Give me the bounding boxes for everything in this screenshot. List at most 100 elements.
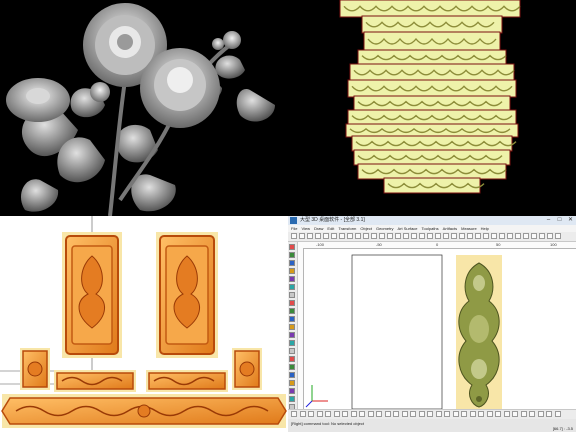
toolbar-button[interactable] xyxy=(451,233,457,239)
left-toolbar-button[interactable] xyxy=(289,316,295,322)
toolbar-button[interactable] xyxy=(299,233,305,239)
toolbar-button[interactable] xyxy=(507,233,513,239)
toolbar-button[interactable] xyxy=(291,233,297,239)
left-toolbar-button[interactable] xyxy=(289,380,295,386)
left-toolbar-button[interactable] xyxy=(289,324,295,330)
toolbar-button[interactable] xyxy=(331,233,337,239)
maximize-button[interactable]: □ xyxy=(554,216,565,225)
menu-art-surface[interactable]: Art Surface xyxy=(398,225,418,232)
bottom-toolbar-button[interactable] xyxy=(529,411,535,417)
toolbar-button[interactable] xyxy=(483,233,489,239)
toolbar-button[interactable] xyxy=(363,233,369,239)
menu-edit[interactable]: Edit xyxy=(327,225,334,232)
toolbar-button[interactable] xyxy=(419,233,425,239)
toolbar-button[interactable] xyxy=(499,233,505,239)
toolbar-button[interactable] xyxy=(539,233,545,239)
left-toolbar-button[interactable] xyxy=(289,276,295,282)
left-toolbar-button[interactable] xyxy=(289,252,295,258)
bottom-toolbar-button[interactable] xyxy=(291,411,297,417)
left-toolbar-button[interactable] xyxy=(289,396,295,402)
menu-help[interactable]: Help xyxy=(481,225,489,232)
toolbar-button[interactable] xyxy=(403,233,409,239)
toolbar-button[interactable] xyxy=(339,233,345,239)
toolbar-button[interactable] xyxy=(347,233,353,239)
toolbar-button[interactable] xyxy=(491,233,497,239)
bottom-toolbar-button[interactable] xyxy=(503,411,510,417)
bottom-toolbar-button[interactable] xyxy=(359,411,365,417)
left-toolbar-button[interactable] xyxy=(289,308,295,314)
bottom-toolbar-button[interactable] xyxy=(376,411,382,417)
toolbar-button[interactable] xyxy=(443,233,449,239)
toolbar-button[interactable] xyxy=(323,233,329,239)
left-toolbar-button[interactable] xyxy=(289,268,295,274)
toolbar-button[interactable] xyxy=(427,233,433,239)
toolbar-button[interactable] xyxy=(459,233,465,239)
drawing-canvas[interactable] xyxy=(304,249,576,411)
minimize-button[interactable]: – xyxy=(543,216,554,225)
toolbar-button[interactable] xyxy=(435,233,441,239)
bottom-toolbar-button[interactable] xyxy=(495,411,501,417)
toolbar-button[interactable] xyxy=(315,233,321,239)
bottom-toolbar-button[interactable] xyxy=(461,411,467,417)
bottom-toolbar-button[interactable] xyxy=(554,411,561,417)
bottom-toolbar-button[interactable] xyxy=(350,411,357,417)
left-toolbar-button[interactable] xyxy=(289,340,295,346)
toolbar-button[interactable] xyxy=(307,233,313,239)
bottom-toolbar-button[interactable] xyxy=(333,411,340,417)
left-toolbar-button[interactable] xyxy=(289,300,295,306)
toolbar-button[interactable] xyxy=(379,233,385,239)
toolbar-button[interactable] xyxy=(531,233,537,239)
menu-geometry[interactable]: Geometry xyxy=(376,225,394,232)
bottom-toolbar-button[interactable] xyxy=(537,411,544,417)
bottom-toolbar-button[interactable] xyxy=(410,411,416,417)
bottom-toolbar-button[interactable] xyxy=(452,411,459,417)
left-toolbar-button[interactable] xyxy=(289,284,295,290)
bottom-toolbar-button[interactable] xyxy=(444,411,450,417)
menu-toolpaths[interactable]: Toolpaths xyxy=(422,225,439,232)
toolbar-button[interactable] xyxy=(371,233,377,239)
left-toolbar-button[interactable] xyxy=(289,348,295,354)
bottom-toolbar-button[interactable] xyxy=(478,411,484,417)
bottom-toolbar-button[interactable] xyxy=(418,411,425,417)
bottom-toolbar-button[interactable] xyxy=(299,411,306,417)
toolbar-button[interactable] xyxy=(467,233,473,239)
left-toolbar-button[interactable] xyxy=(289,260,295,266)
toolbar-button[interactable] xyxy=(411,233,417,239)
toolbar-button[interactable] xyxy=(475,233,481,239)
bottom-toolbar-button[interactable] xyxy=(393,411,399,417)
bottom-toolbar-button[interactable] xyxy=(316,411,323,417)
bottom-toolbar-button[interactable] xyxy=(435,411,442,417)
menu-object[interactable]: Object xyxy=(360,225,372,232)
bottom-toolbar-button[interactable] xyxy=(546,411,552,417)
toolbar-button[interactable] xyxy=(547,233,553,239)
bottom-toolbar-button[interactable] xyxy=(520,411,527,417)
menu-file[interactable]: File xyxy=(291,225,297,232)
toolbar-button[interactable] xyxy=(355,233,361,239)
toolbar-button[interactable] xyxy=(555,233,561,239)
menu-artifacts[interactable]: Artifacts xyxy=(443,225,457,232)
bottom-toolbar-button[interactable] xyxy=(384,411,391,417)
bottom-toolbar-button[interactable] xyxy=(512,411,518,417)
left-toolbar-button[interactable] xyxy=(289,292,295,298)
menu-transform[interactable]: Transform xyxy=(338,225,356,232)
menu-measure[interactable]: Measure xyxy=(461,225,477,232)
bottom-toolbar-button[interactable] xyxy=(342,411,348,417)
bottom-toolbar-button[interactable] xyxy=(308,411,314,417)
menu-draw[interactable]: Draw xyxy=(314,225,323,232)
left-toolbar-button[interactable] xyxy=(289,332,295,338)
left-toolbar-button[interactable] xyxy=(289,372,295,378)
title-bar[interactable]: 大型 3D 桌面软件 - [全部 3.1] – □ ✕ xyxy=(288,216,576,225)
left-toolbar-button[interactable] xyxy=(289,388,295,394)
left-toolbar-button[interactable] xyxy=(289,364,295,370)
left-toolbar-button[interactable] xyxy=(289,244,295,250)
bottom-toolbar-button[interactable] xyxy=(367,411,374,417)
bottom-toolbar-button[interactable] xyxy=(325,411,331,417)
left-toolbar-button[interactable] xyxy=(289,356,295,362)
toolbar-button[interactable] xyxy=(515,233,521,239)
bottom-toolbar-button[interactable] xyxy=(427,411,433,417)
bottom-toolbar-button[interactable] xyxy=(469,411,476,417)
menu-view[interactable]: View xyxy=(301,225,310,232)
bottom-toolbar-button[interactable] xyxy=(486,411,493,417)
toolbar-button[interactable] xyxy=(395,233,401,239)
toolbar-button[interactable] xyxy=(523,233,529,239)
